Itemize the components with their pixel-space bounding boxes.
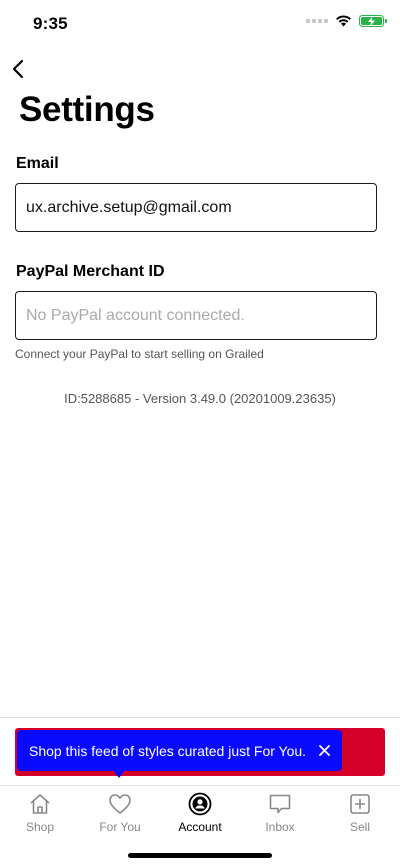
- email-field[interactable]: ux.archive.setup@gmail.com: [15, 183, 377, 232]
- tooltip: Shop this feed of styles curated just Fo…: [17, 730, 342, 771]
- home-indicator: [128, 853, 272, 858]
- tooltip-text: Shop this feed of styles curated just Fo…: [29, 742, 307, 759]
- tab-label-shop: Shop: [25, 820, 55, 834]
- status-bar: 9:35: [0, 0, 400, 48]
- settings-screen: 9:35 Settings Email ux.archive.setup@gma…: [0, 0, 400, 866]
- status-icons: [306, 15, 387, 27]
- battery-icon: [359, 15, 387, 27]
- wifi-icon: [336, 15, 351, 27]
- message-icon: [269, 794, 291, 814]
- tab-for-you[interactable]: For You: [80, 786, 160, 835]
- tooltip-close-button[interactable]: [316, 742, 332, 758]
- paypal-label: PayPal Merchant ID: [16, 263, 165, 280]
- email-label: Email: [16, 155, 59, 172]
- tooltip-arrow: [113, 770, 125, 778]
- tab-shop[interactable]: Shop: [0, 786, 80, 835]
- status-time: 9:35: [33, 14, 68, 33]
- back-button[interactable]: [6, 56, 30, 82]
- signal-icon: [306, 19, 328, 23]
- heart-icon: [109, 794, 131, 814]
- tab-label-sell: Sell: [349, 820, 370, 834]
- account-icon: [188, 792, 212, 816]
- paypal-helper-text: Connect your PayPal to start selling on …: [15, 347, 264, 361]
- banner-area: Shop this feed of styles curated just Fo…: [0, 717, 400, 785]
- tab-label-for-you: For You: [99, 820, 141, 834]
- close-icon: [318, 744, 330, 756]
- tab-inbox[interactable]: Inbox: [240, 786, 320, 835]
- home-icon: [30, 794, 50, 814]
- tab-label-inbox: Inbox: [265, 820, 295, 834]
- chevron-left-icon: [12, 59, 24, 79]
- email-value: ux.archive.setup@gmail.com: [26, 198, 232, 216]
- tab-label-account: Account: [178, 820, 222, 834]
- plus-square-icon: [350, 794, 370, 814]
- tab-sell[interactable]: Sell: [320, 786, 400, 835]
- tab-bar: Shop For You Account Inbox Sell: [0, 785, 400, 835]
- paypal-merchant-id-input[interactable]: [15, 291, 377, 340]
- tab-account[interactable]: Account: [160, 786, 240, 835]
- page-title: Settings: [19, 90, 155, 129]
- version-info: ID:5288685 - Version 3.49.0 (20201009.23…: [64, 391, 336, 406]
